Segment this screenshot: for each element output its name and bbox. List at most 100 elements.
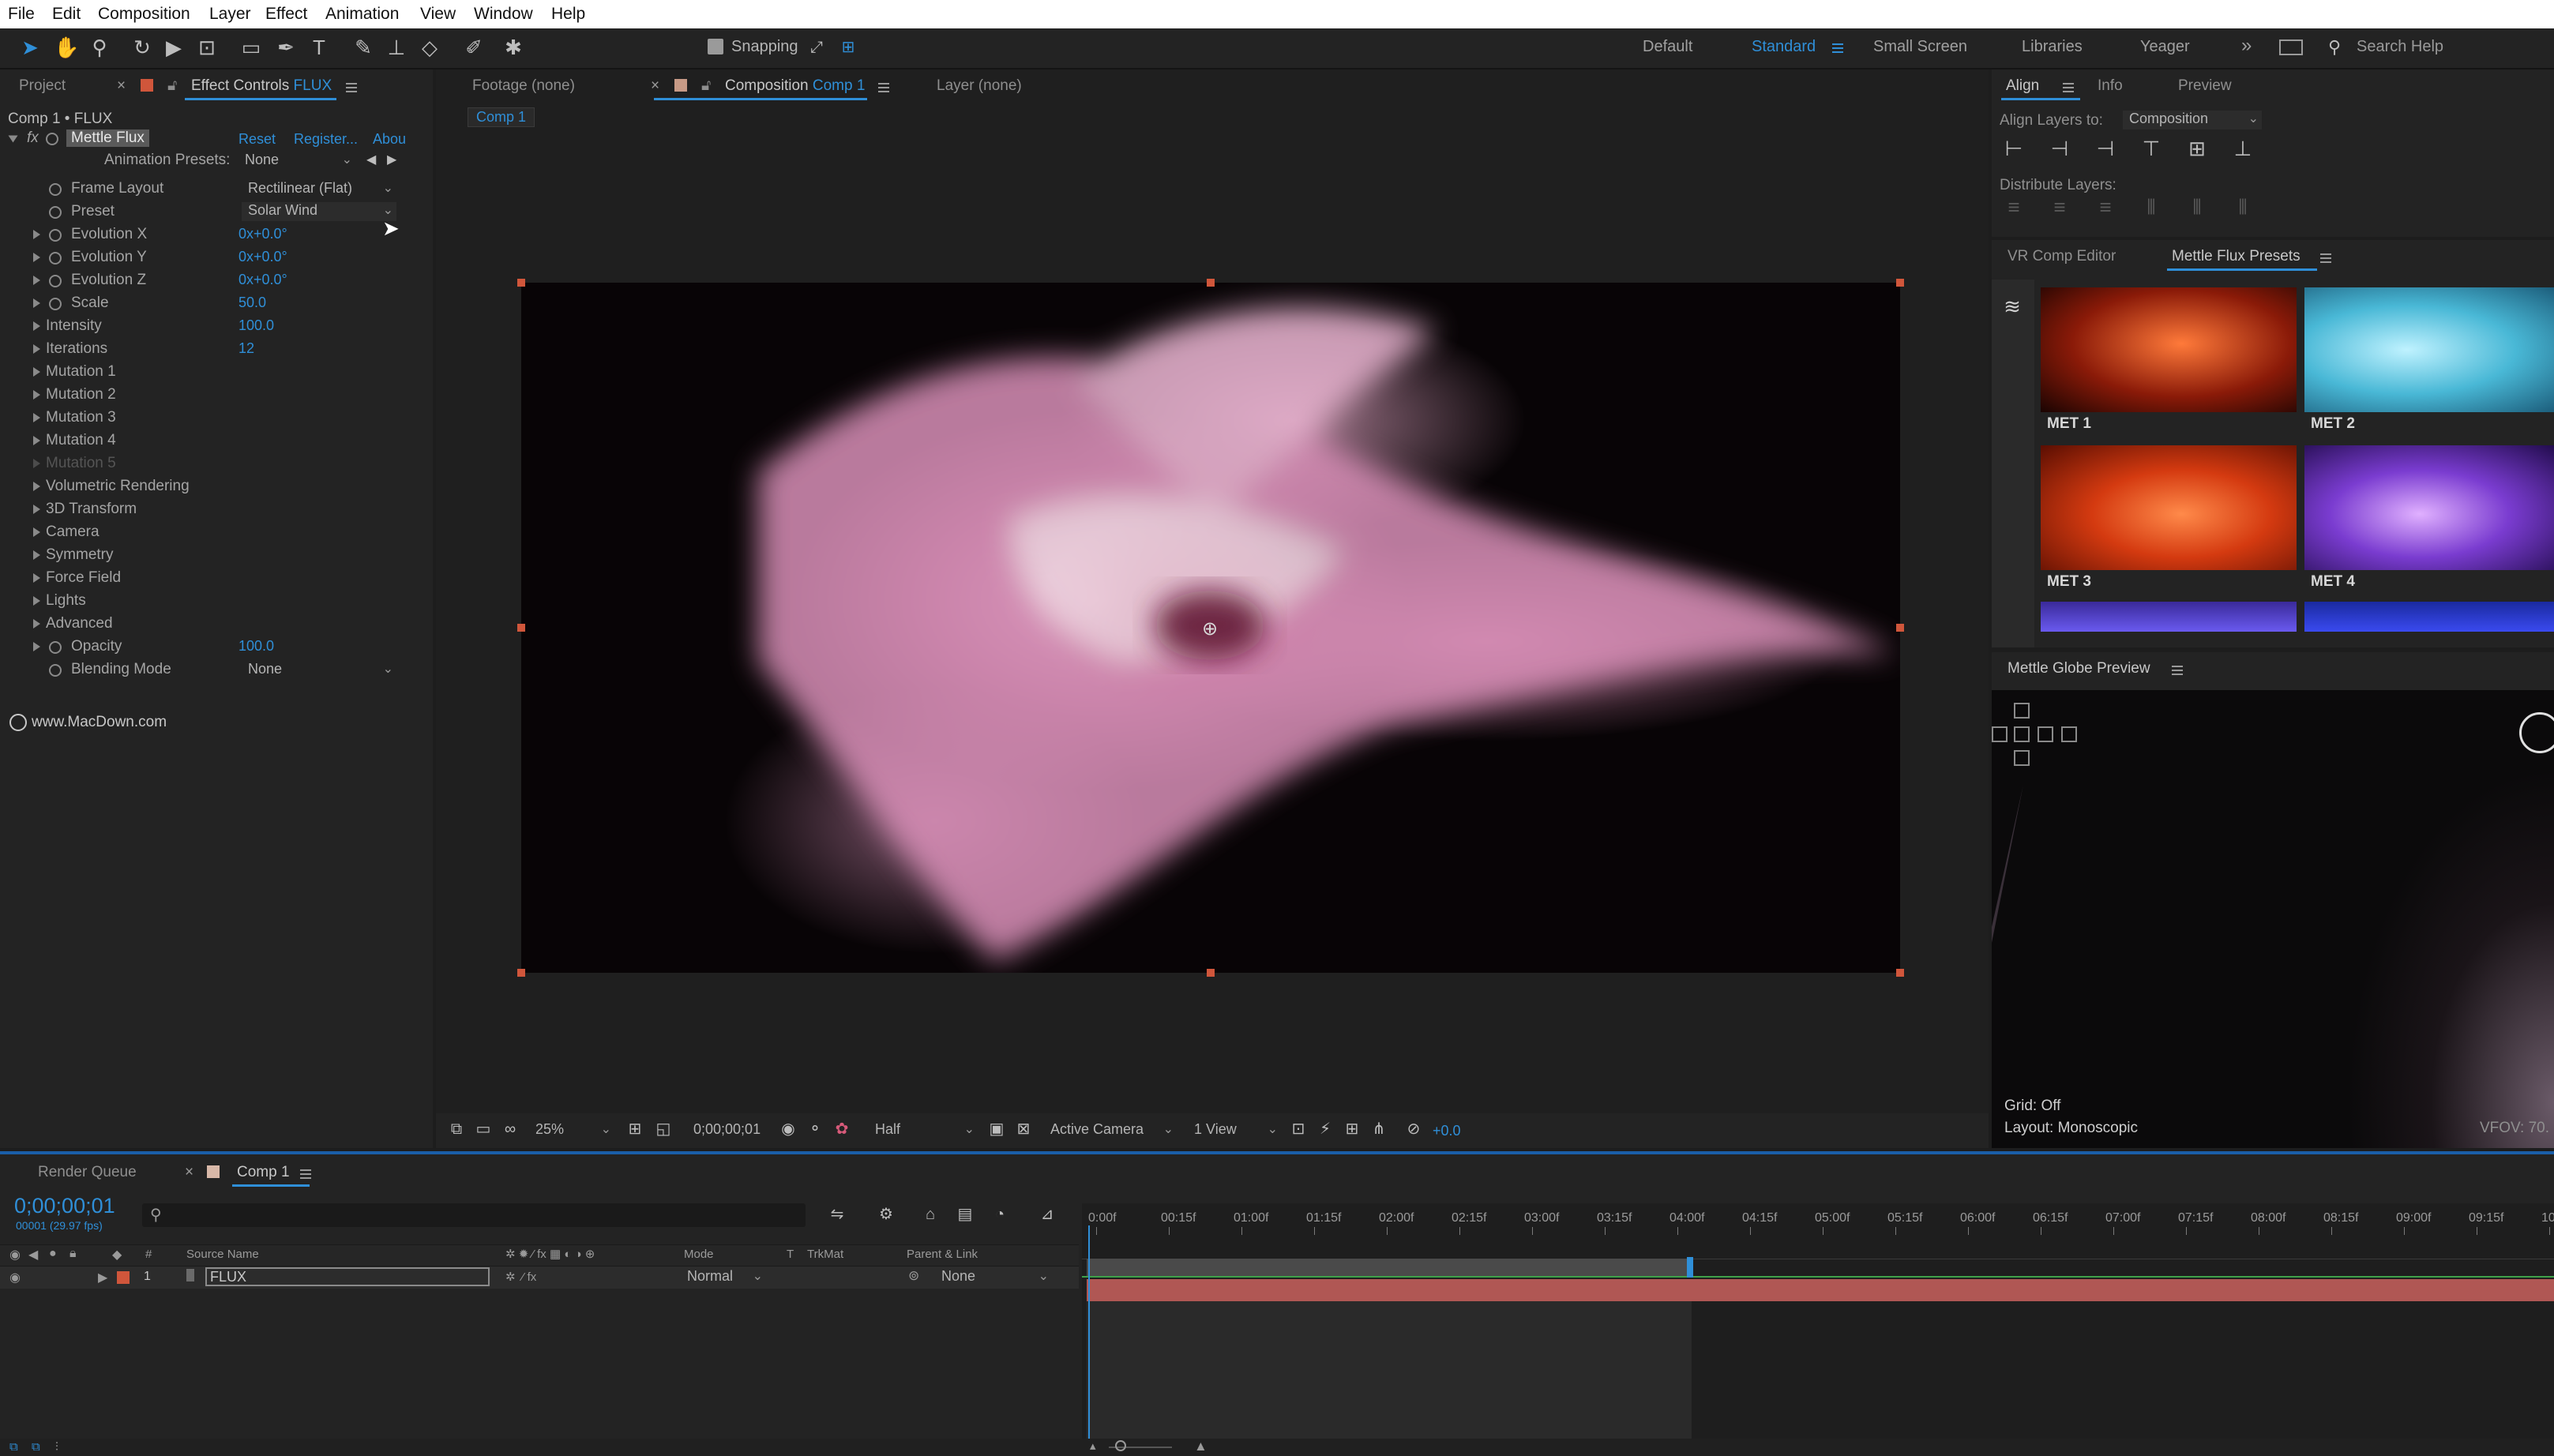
snapping-checkbox[interactable] bbox=[708, 39, 723, 54]
work-area-end-handle[interactable] bbox=[1687, 1257, 1693, 1278]
time-ruler[interactable] bbox=[1082, 1235, 2554, 1259]
safe-margins-icon[interactable]: ⊞ bbox=[624, 1118, 646, 1140]
tab-footage[interactable]: Footage (none) bbox=[472, 77, 575, 95]
workspace-default[interactable]: Default bbox=[1643, 38, 1692, 56]
animation-presets-dropdown[interactable]: None ⌄ bbox=[245, 152, 355, 171]
snap-grid-icon[interactable]: ⊞ bbox=[837, 36, 859, 58]
workspace-menu-icon[interactable] bbox=[1832, 47, 1843, 49]
expand-arrow-icon[interactable] bbox=[33, 230, 40, 239]
property-value[interactable]: 12 bbox=[238, 340, 254, 357]
panel-menu-icon[interactable] bbox=[2172, 670, 2183, 671]
transfer-controls-toggle-icon[interactable]: ⧉ bbox=[32, 1440, 40, 1454]
property-value[interactable]: 0x+0.0° bbox=[238, 249, 287, 265]
hand-tool-icon[interactable]: ✋ bbox=[54, 36, 79, 58]
menu-layer[interactable]: Layer bbox=[209, 5, 251, 24]
expand-layer-icon[interactable]: ▶ bbox=[98, 1270, 107, 1285]
timeline-timecode[interactable]: 0;00;00;01 bbox=[14, 1194, 115, 1218]
rectangle-tool-icon[interactable]: ▭ bbox=[240, 36, 262, 58]
menu-edit[interactable]: Edit bbox=[52, 5, 81, 24]
menu-animation[interactable]: Animation bbox=[325, 5, 399, 24]
menu-file[interactable]: File bbox=[8, 5, 35, 24]
comp-mini-flowchart-icon[interactable]: ⇋ bbox=[826, 1203, 848, 1225]
exposure-value[interactable]: +0.0 bbox=[1433, 1123, 1461, 1139]
transform-handle[interactable] bbox=[1896, 624, 1904, 632]
resolution-dropdown[interactable]: Half ⌄ bbox=[875, 1121, 978, 1140]
expand-effect-icon[interactable] bbox=[8, 135, 18, 143]
mask-visibility-icon[interactable]: ◱ bbox=[652, 1118, 674, 1140]
align-left-icon[interactable]: ⊢ bbox=[2003, 137, 2025, 159]
stopwatch-icon[interactable] bbox=[49, 183, 62, 196]
graph-editor-icon[interactable]: ⊿ bbox=[1036, 1203, 1058, 1225]
group-mutation-3[interactable]: Mutation 3 bbox=[46, 409, 116, 426]
group-force-field[interactable]: Force Field bbox=[46, 569, 121, 587]
layers-icon[interactable]: ≋ bbox=[2001, 295, 2023, 317]
lock-icon[interactable]: 🔓︎ bbox=[167, 77, 177, 95]
tab-comp-1[interactable]: Comp 1 bbox=[237, 1164, 290, 1181]
preset-thumbnail-met-3[interactable] bbox=[2041, 445, 2297, 570]
rotate-tool-icon[interactable]: ↻ bbox=[131, 36, 153, 58]
vr-icon[interactable]: ∞ bbox=[499, 1118, 521, 1140]
expand-arrow-icon[interactable] bbox=[33, 253, 40, 262]
in-out-toggle-icon[interactable]: ⫶ bbox=[55, 1440, 58, 1454]
layer-mode-dropdown[interactable]: Normal ⌄ bbox=[687, 1268, 766, 1287]
puppet-tool-icon[interactable]: ✱ bbox=[502, 36, 524, 58]
group-mutation-2[interactable]: Mutation 2 bbox=[46, 386, 116, 403]
stopwatch-icon[interactable] bbox=[49, 275, 62, 287]
expand-arrow-icon[interactable] bbox=[33, 413, 40, 422]
monitor-icon[interactable]: ▭ bbox=[472, 1118, 494, 1140]
pan-behind-tool-icon[interactable]: ⊡ bbox=[196, 36, 218, 58]
menu-view[interactable]: View bbox=[420, 5, 456, 24]
expand-arrow-icon[interactable] bbox=[33, 550, 40, 560]
fx-icon[interactable]: fx bbox=[27, 129, 39, 147]
motion-blur-icon[interactable]: ◔ bbox=[989, 1203, 1011, 1225]
layer-switches[interactable]: ✲ ⁄ fx bbox=[505, 1270, 536, 1284]
group-volumetric-rendering[interactable]: Volumetric Rendering bbox=[46, 478, 190, 495]
tab-mettle-flux-presets[interactable]: Mettle Flux Presets bbox=[2172, 248, 2300, 265]
layer-label-color[interactable] bbox=[117, 1271, 130, 1284]
expand-arrow-icon[interactable] bbox=[33, 344, 40, 354]
group-mutation-4[interactable]: Mutation 4 bbox=[46, 432, 116, 449]
tab-effect-controls[interactable]: Effect Controls FLUX bbox=[191, 77, 332, 95]
tab-project[interactable]: Project bbox=[19, 77, 66, 95]
tab-vr-comp-editor[interactable]: VR Comp Editor bbox=[2008, 248, 2116, 265]
expand-arrow-icon[interactable] bbox=[33, 298, 40, 308]
expand-arrow-icon[interactable] bbox=[33, 321, 40, 331]
expand-arrow-icon[interactable] bbox=[33, 482, 40, 491]
reset-link[interactable]: Reset bbox=[238, 131, 276, 148]
pick-whip-icon[interactable]: ⊚ bbox=[908, 1268, 919, 1284]
group-lights[interactable]: Lights bbox=[46, 592, 86, 610]
stopwatch-icon[interactable] bbox=[49, 252, 62, 265]
tab-align[interactable]: Align bbox=[2006, 77, 2039, 95]
zoom-dropdown[interactable]: 25% ⌄ bbox=[535, 1121, 614, 1140]
menu-composition[interactable]: Composition bbox=[98, 5, 190, 24]
expand-arrow-icon[interactable] bbox=[33, 573, 40, 583]
tab-composition[interactable]: Composition Comp 1 bbox=[725, 77, 865, 95]
expand-arrow-icon[interactable] bbox=[33, 367, 40, 377]
zoom-slider-thumb[interactable] bbox=[1115, 1440, 1126, 1451]
camera-tool-icon[interactable]: ▶ bbox=[163, 36, 185, 58]
parent-dropdown[interactable]: None ⌄ bbox=[941, 1268, 1052, 1287]
transparency-grid-icon[interactable]: ⊠ bbox=[1012, 1118, 1035, 1140]
stopwatch-icon[interactable] bbox=[49, 206, 62, 219]
group-mutation-1[interactable]: Mutation 1 bbox=[46, 363, 116, 381]
align-bottom-icon[interactable]: ⊥ bbox=[2232, 137, 2254, 159]
snap-options-icon[interactable]: ⤢ bbox=[806, 36, 828, 58]
expand-arrow-icon[interactable] bbox=[33, 276, 40, 285]
stopwatch-icon[interactable] bbox=[49, 664, 62, 677]
type-tool-icon[interactable]: T bbox=[308, 36, 330, 58]
expand-arrow-icon[interactable] bbox=[33, 642, 40, 651]
zoom-out-icon[interactable]: ▴ bbox=[1090, 1439, 1096, 1453]
transform-handle[interactable] bbox=[1207, 279, 1215, 287]
stopwatch-icon[interactable] bbox=[49, 298, 62, 310]
expand-arrow-icon[interactable] bbox=[33, 390, 40, 400]
eraser-tool-icon[interactable]: ◇ bbox=[419, 36, 441, 58]
effect-toggle-icon[interactable] bbox=[46, 133, 58, 145]
preset-thumbnail-partial[interactable] bbox=[2304, 602, 2554, 632]
workspace-libraries[interactable]: Libraries bbox=[2022, 38, 2083, 56]
opacity-value[interactable]: 100.0 bbox=[238, 638, 274, 655]
visibility-eye-icon[interactable]: ◉ bbox=[9, 1270, 21, 1285]
current-time-indicator[interactable] bbox=[1088, 1225, 1090, 1448]
current-time-display[interactable]: 0;00;00;01 bbox=[693, 1121, 788, 1140]
tab-preview[interactable]: Preview bbox=[2178, 77, 2232, 95]
comp-breadcrumb-chip[interactable]: Comp 1 bbox=[468, 107, 535, 127]
